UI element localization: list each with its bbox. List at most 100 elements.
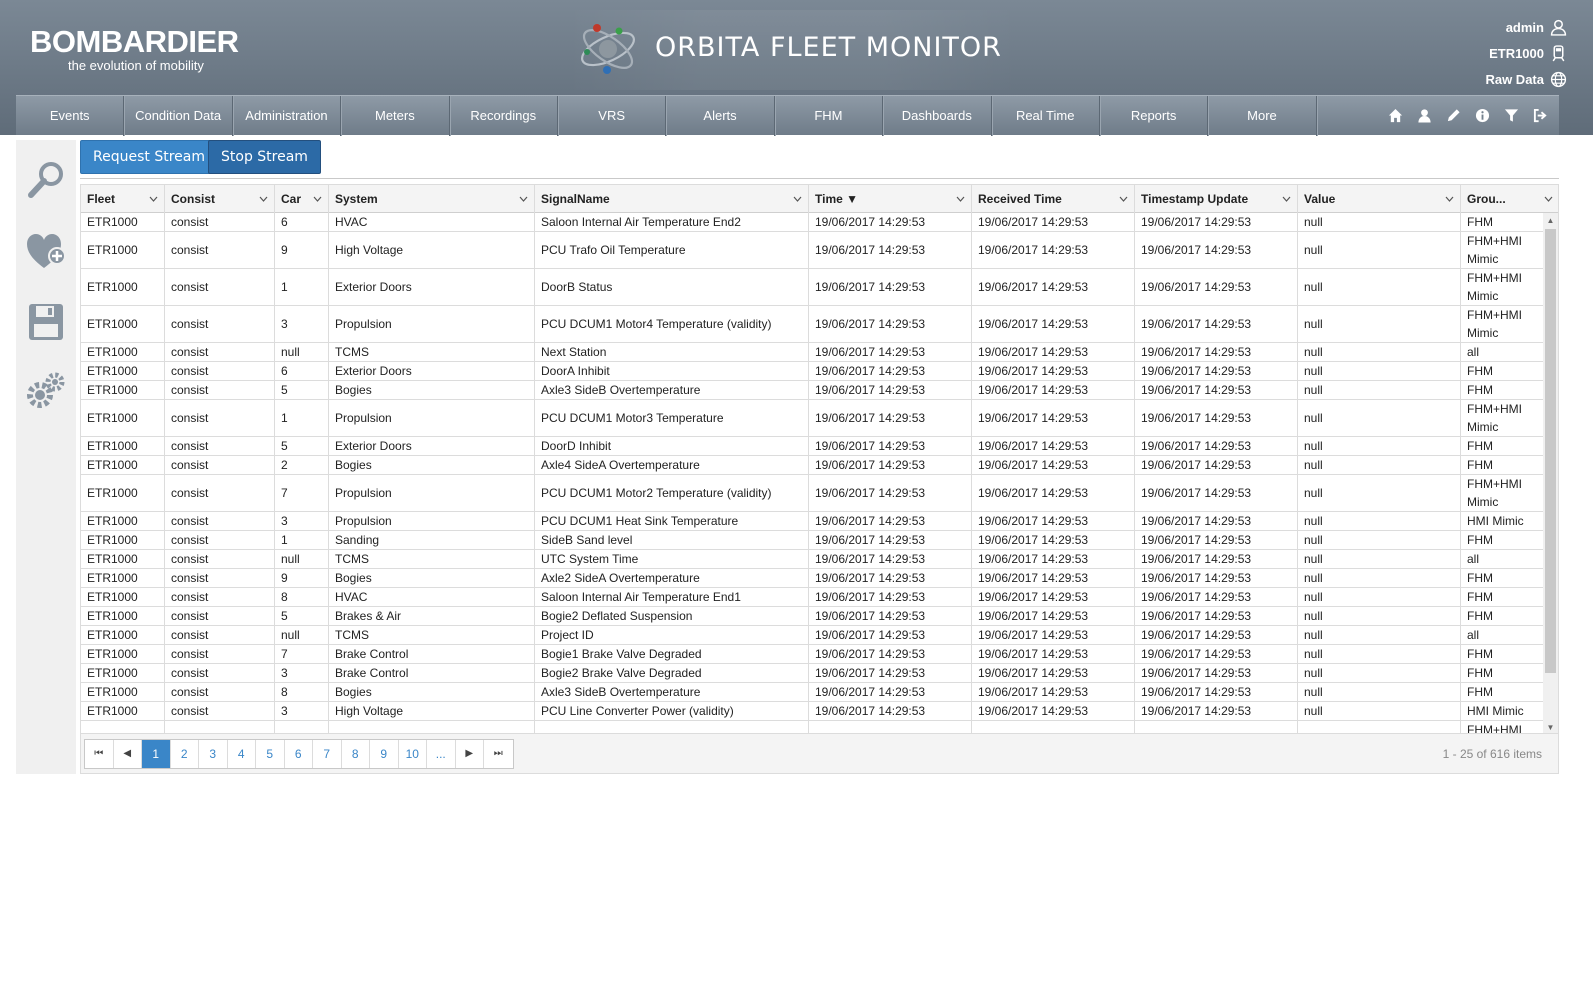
save-icon[interactable] — [22, 298, 70, 346]
chevron-down-icon[interactable] — [793, 195, 802, 203]
column-value-cell: null — [1298, 306, 1461, 342]
table-row[interactable]: ETR1000consist9Exterior DoorsDoorC Statu… — [81, 721, 1544, 733]
column-fleet-header[interactable]: Fleet — [81, 185, 165, 213]
logout-icon[interactable] — [1530, 105, 1551, 126]
nav-alerts[interactable]: Alerts — [666, 96, 775, 136]
page-button[interactable]: 6 — [285, 740, 313, 768]
nav-administration[interactable]: Administration — [233, 96, 342, 136]
fleet-selector[interactable]: ETR1000 — [1485, 40, 1567, 66]
user-menu[interactable]: admin — [1485, 14, 1567, 40]
column-signal-name-header[interactable]: SignalName — [535, 185, 809, 213]
user-icon[interactable] — [1414, 105, 1435, 126]
chevron-down-icon[interactable] — [1119, 195, 1128, 203]
table-row[interactable]: ETR1000 consist null TCMS Project ID 19/06/20… — [81, 626, 1544, 645]
table-row[interactable]: ETR1000 consist 9 High Voltage PCU Trafo Oil… — [81, 232, 1544, 269]
table-row[interactable]: ETR1000 consist 5 Exterior Doors DoorD Inhib… — [81, 437, 1544, 456]
table-row[interactable]: ETR1000 consist 3 Brake Control Bogie2 Brake… — [81, 664, 1544, 683]
table-row[interactable]: ETR1000 consist 1 Exterior Doors DoorB Statu… — [81, 269, 1544, 306]
table-row[interactable]: ETR1000 consist 5 Bogies Axle3 SideB Overtem… — [81, 381, 1544, 400]
table-row[interactable]: ETR1000 consist 6 HVAC Saloon Internal Air T… — [81, 213, 1544, 232]
table-row[interactable]: ETR1000 consist 7 Brake Control Bogie1 Brake… — [81, 645, 1544, 664]
table-row[interactable]: ETR1000 consist 6 Exterior Doors DoorA Inhib… — [81, 362, 1544, 381]
orbit-logo-icon — [581, 24, 635, 74]
nav-more[interactable]: More — [1208, 96, 1317, 136]
table-row[interactable]: ETR1000 consist 9 Bogies Axle2 SideA Overtem… — [81, 569, 1544, 588]
heart-add-icon[interactable] — [22, 228, 70, 276]
column-received-time-cell: 19/06/2017 14:29:53 — [972, 213, 1135, 231]
chevron-down-icon[interactable] — [519, 195, 528, 203]
page-button[interactable]: 5 — [256, 740, 285, 768]
table-row[interactable]: ETR1000 consist 1 Propulsion PCU DCUM1 Motor… — [81, 400, 1544, 437]
pencil-icon[interactable] — [1443, 105, 1464, 126]
settings-icon[interactable] — [22, 366, 70, 414]
page-button[interactable]: 3 — [199, 740, 228, 768]
nav-vrs[interactable]: VRS — [558, 96, 667, 136]
chevron-down-icon[interactable] — [1282, 195, 1291, 203]
column-group-cell: FHM — [1461, 437, 1544, 455]
column-group-cell: all — [1461, 626, 1544, 644]
info-icon[interactable] — [1472, 105, 1493, 126]
column-received-time-header[interactable]: Received Time — [972, 185, 1135, 213]
table-row[interactable]: ETR1000 consist 8 Bogies Axle3 SideB Overtem… — [81, 683, 1544, 702]
last-page-icon[interactable]: ⏭ — [484, 740, 513, 768]
scroll-down-icon[interactable]: ▼ — [1546, 723, 1555, 732]
table-row[interactable]: ETR1000 consist null TCMS UTC System Time 19/… — [81, 550, 1544, 569]
nav-reports[interactable]: Reports — [1100, 96, 1209, 136]
column-group-header[interactable]: Grou... — [1461, 185, 1558, 213]
nav-condition-data[interactable]: Condition Data — [124, 96, 233, 136]
chevron-down-icon[interactable] — [956, 195, 965, 203]
stop-stream-button[interactable]: Stop Stream — [208, 140, 321, 174]
nav-dashboards[interactable]: Dashboards — [883, 96, 992, 136]
first-page-icon[interactable]: ⏮ — [85, 740, 114, 768]
page-button[interactable]: 10 — [399, 740, 427, 768]
table-row[interactable]: ETR1000 consist 1 Sanding SideB Sand level 19… — [81, 531, 1544, 550]
page-button[interactable]: 4 — [228, 740, 256, 768]
column-system-cell: High Voltage — [329, 232, 535, 268]
table-row[interactable]: ETR1000 consist 3 High Voltage PCU Line Conv… — [81, 702, 1544, 721]
column-car-header[interactable]: Car — [275, 185, 329, 213]
next-page-icon[interactable]: ▶ — [456, 740, 484, 768]
column-group-cell: FHM+HMI Mimic — [1461, 306, 1544, 342]
column-consist-header[interactable]: Consist — [165, 185, 275, 213]
column-timestamp-update-header[interactable]: Timestamp Update — [1135, 185, 1298, 213]
search-icon[interactable] — [22, 156, 70, 204]
page-button[interactable]: 8 — [342, 740, 370, 768]
scroll-up-icon[interactable]: ▲ — [1546, 216, 1555, 225]
vertical-scrollbar[interactable]: ▲ ▼ — [1543, 213, 1558, 733]
chevron-down-icon[interactable] — [1445, 195, 1454, 203]
mode-selector[interactable]: Raw Data — [1485, 66, 1567, 92]
table-row[interactable]: ETR1000 consist 8 HVAC Saloon Internal Air T… — [81, 588, 1544, 607]
page-button[interactable]: ... — [427, 740, 456, 768]
nav-meters[interactable]: Meters — [341, 96, 450, 136]
nav-events[interactable]: Events — [16, 96, 125, 136]
nav-fhm[interactable]: FHM — [775, 96, 884, 136]
bombardier-logo[interactable]: BOMBARDIER the evolution of mobility — [30, 26, 239, 73]
table-row[interactable]: ETR1000 consist 5 Brakes & Air Bogie2 Deflat… — [81, 607, 1544, 626]
chevron-down-icon[interactable] — [313, 195, 322, 203]
chevron-down-icon[interactable] — [259, 195, 268, 203]
filter-icon[interactable] — [1501, 105, 1522, 126]
column-system-header[interactable]: System — [329, 185, 535, 213]
nav-recordings[interactable]: Recordings — [450, 96, 558, 136]
table-row[interactable]: ETR1000 consist 3 Propulsion PCU DCUM1 Heat … — [81, 512, 1544, 531]
prev-page-icon[interactable]: ◀ — [114, 740, 142, 768]
table-row[interactable]: ETR1000 consist 2 Bogies Axle4 SideA Overtem… — [81, 456, 1544, 475]
chevron-down-icon[interactable] — [1544, 195, 1553, 203]
user-icon — [1550, 19, 1567, 36]
scrollbar-thumb[interactable] — [1545, 229, 1556, 673]
column-car-cell: null — [275, 343, 329, 361]
column-time-header[interactable]: Time ▼ — [809, 185, 972, 213]
nav-real-time[interactable]: Real Time — [992, 96, 1100, 136]
chevron-down-icon[interactable] — [149, 195, 158, 203]
home-icon[interactable] — [1385, 105, 1406, 126]
request-stream-button[interactable]: Request Stream — [80, 140, 218, 174]
table-row[interactable]: ETR1000 consist 3 Propulsion PCU DCUM1 Motor… — [81, 306, 1544, 343]
page-button[interactable]: 2 — [171, 740, 199, 768]
page-button[interactable]: 9 — [370, 740, 399, 768]
table-row[interactable]: ETR1000 consist null TCMS Next Station 19/06/… — [81, 343, 1544, 362]
table-row[interactable]: ETR1000 consist 7 Propulsion PCU DCUM1 Motor… — [81, 475, 1544, 512]
page-button[interactable]: 7 — [313, 740, 342, 768]
page-button[interactable]: 1 — [142, 740, 171, 768]
column-timestamp-update-cell: 19/06/2017 14:29:53 — [1135, 381, 1298, 399]
column-value-header[interactable]: Value — [1298, 185, 1461, 213]
